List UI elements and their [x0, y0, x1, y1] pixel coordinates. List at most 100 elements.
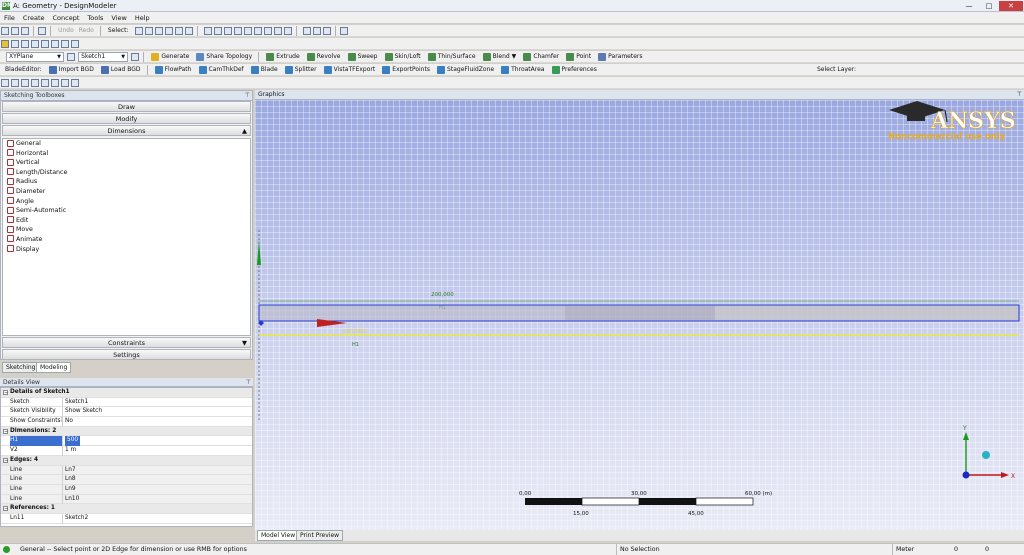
- tool-animate[interactable]: Animate: [3, 235, 250, 245]
- plane-select[interactable]: XYPlane ▼: [6, 52, 64, 62]
- throat-area-button[interactable]: ThroatArea: [499, 64, 546, 75]
- tab-sketching[interactable]: Sketching: [2, 362, 40, 373]
- select-edge-icon[interactable]: [154, 27, 163, 35]
- close-button[interactable]: ✕: [999, 1, 1023, 11]
- extrude-button[interactable]: Extrude: [264, 51, 301, 62]
- dropdown-arrow-icon[interactable]: [11, 40, 19, 48]
- camthkdef-button[interactable]: CamThkDef: [197, 64, 246, 75]
- dimensions-section-button[interactable]: Dimensions ▲: [2, 125, 251, 136]
- revolve-button[interactable]: Revolve: [305, 51, 343, 62]
- sketch-tool-8-icon[interactable]: [71, 79, 79, 87]
- menu-tools[interactable]: Tools: [83, 12, 107, 24]
- screenshot-icon[interactable]: [38, 27, 46, 35]
- view-orient-icon[interactable]: [283, 27, 292, 35]
- tool-angle[interactable]: Angle: [3, 197, 250, 207]
- tool-semi-automatic[interactable]: Semi-Automatic: [3, 206, 250, 216]
- point-display-icon[interactable]: [322, 27, 331, 35]
- edge-row[interactable]: Line Ln9: [1, 484, 252, 495]
- collapse-icon[interactable]: −: [3, 428, 8, 434]
- color-icon[interactable]: [1, 40, 9, 48]
- look-at-icon[interactable]: [302, 27, 311, 35]
- line-tool-3-icon[interactable]: [41, 40, 49, 48]
- sketch-tool-1-icon[interactable]: [1, 79, 9, 87]
- skin-loft-button[interactable]: Skin/Loft: [383, 51, 423, 62]
- menu-view[interactable]: View: [107, 12, 130, 24]
- pin-icon[interactable]: ⊤: [246, 378, 251, 387]
- new-icon[interactable]: [1, 27, 9, 35]
- tool-general[interactable]: General: [3, 139, 250, 149]
- constraints-section-button[interactable]: Constraints ▼: [2, 337, 251, 348]
- chamfer-button[interactable]: Chamfer: [521, 51, 561, 62]
- vista-button[interactable]: VistaTFExport: [322, 64, 378, 75]
- tool-radius[interactable]: Radius: [3, 177, 250, 187]
- splitter-button[interactable]: Splitter: [283, 64, 319, 75]
- scroll-up-icon[interactable]: ▲: [242, 126, 247, 136]
- thin-surface-button[interactable]: Thin/Surface: [426, 51, 478, 62]
- pin-icon[interactable]: ⊤: [1017, 90, 1022, 100]
- scroll-down-icon[interactable]: ▼: [242, 338, 247, 348]
- minimize-button[interactable]: —: [960, 1, 978, 11]
- details-group[interactable]: − References: 1: [1, 504, 252, 514]
- line-tool-5-icon[interactable]: [61, 40, 69, 48]
- pin-icon[interactable]: ⊤: [245, 91, 250, 100]
- line-tool-4-icon[interactable]: [51, 40, 59, 48]
- edge-row[interactable]: Line Ln7: [1, 465, 252, 476]
- details-row[interactable]: Sketch Visibility Show Sketch: [1, 407, 252, 418]
- tab-model-view[interactable]: Model View: [257, 530, 300, 541]
- point-button[interactable]: Point: [564, 51, 593, 62]
- viewport-canvas[interactable]: ANSYS Noncommercial use only 200,000 H1 …: [255, 100, 1024, 530]
- line-tool-6-icon[interactable]: [71, 40, 79, 48]
- display-mode-icon[interactable]: [312, 27, 321, 35]
- tool-length-distance[interactable]: Length/Distance: [3, 168, 250, 178]
- zoom-out-icon[interactable]: [243, 27, 252, 35]
- zoom-box-icon[interactable]: [253, 27, 262, 35]
- details-group[interactable]: − Dimensions: 2: [1, 426, 252, 437]
- import-bgd-button[interactable]: Import BGD: [47, 64, 96, 75]
- flowpath-button[interactable]: FlowPath: [153, 64, 194, 75]
- undo-button[interactable]: Undo: [56, 25, 76, 36]
- tool-vertical[interactable]: Vertical: [3, 158, 250, 168]
- select-mode-icon[interactable]: [134, 27, 143, 35]
- share-topology-button[interactable]: Share Topology: [194, 51, 254, 62]
- menu-file[interactable]: File: [0, 12, 19, 24]
- dimension-top-value[interactable]: 200,000: [431, 292, 454, 298]
- tab-modeling[interactable]: Modeling: [36, 362, 72, 373]
- tab-print-preview[interactable]: Print Preview: [296, 530, 344, 541]
- select-body-icon[interactable]: [174, 27, 183, 35]
- zoom-fit-icon[interactable]: [263, 27, 272, 35]
- select-face-icon[interactable]: [164, 27, 173, 35]
- tool-diameter[interactable]: Diameter: [3, 187, 250, 197]
- parameters-button[interactable]: Parameters: [596, 51, 644, 62]
- details-row[interactable]: Show Constraints? No: [1, 417, 252, 427]
- axis-triad[interactable]: Y X: [962, 425, 1015, 480]
- export-points-button[interactable]: ExportPoints: [380, 64, 432, 75]
- sketch-tool-7-icon[interactable]: [61, 79, 69, 87]
- dimension-row-h1[interactable]: H1 500: [1, 436, 252, 447]
- save-icon[interactable]: [21, 27, 29, 35]
- modify-section-button[interactable]: Modify: [2, 113, 251, 124]
- zoom-in-icon[interactable]: [233, 27, 242, 35]
- sweep-button[interactable]: Sweep: [346, 51, 380, 62]
- details-group[interactable]: − Edges: 4: [1, 455, 252, 466]
- blade-button[interactable]: Blade: [249, 64, 280, 75]
- settings-section-button[interactable]: Settings: [2, 349, 251, 360]
- sketch-select[interactable]: Sketch1 ▼: [78, 52, 129, 62]
- sketch-tool-5-icon[interactable]: [41, 79, 49, 87]
- zoom-icon[interactable]: [223, 27, 232, 35]
- details-group[interactable]: − Details of Sketch1: [1, 388, 252, 398]
- open-icon[interactable]: [11, 27, 19, 35]
- stage-fluid-zone-button[interactable]: StageFluidZone: [435, 64, 496, 75]
- details-row[interactable]: Sketch Sketch1: [1, 397, 252, 408]
- preferences-button[interactable]: Preferences: [550, 64, 599, 75]
- maximize-button[interactable]: □: [980, 1, 998, 11]
- redo-button[interactable]: Redo: [77, 25, 96, 36]
- edge-row[interactable]: Line Ln10: [1, 494, 252, 505]
- menu-concept[interactable]: Concept: [49, 12, 84, 24]
- menu-create[interactable]: Create: [19, 12, 49, 24]
- sketch-tool-4-icon[interactable]: [31, 79, 39, 87]
- graphics-viewport[interactable]: ANSYS Noncommercial use only 200,000 H1 …: [255, 100, 1024, 530]
- magnifier-icon[interactable]: [273, 27, 282, 35]
- dimension-mid-value[interactable]: 200,000: [343, 329, 366, 335]
- select-point-icon[interactable]: [144, 27, 153, 35]
- collapse-icon[interactable]: −: [3, 506, 8, 512]
